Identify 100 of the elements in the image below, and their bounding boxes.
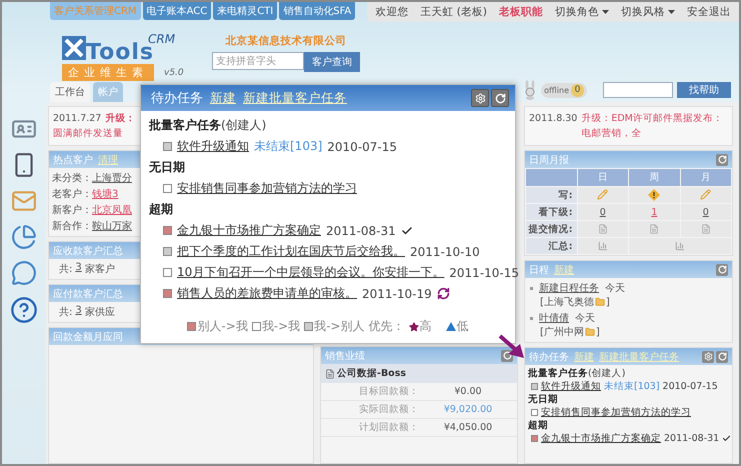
- main-tab[interactable]: 工作台: [50, 82, 90, 102]
- task-link[interactable]: 安排销售同事参加营销方法的学习: [541, 406, 691, 419]
- refresh-icon[interactable]: [491, 89, 509, 107]
- document-icon[interactable]: [598, 224, 608, 234]
- priority-low: 低: [456, 318, 469, 335]
- group-title: 公司数据-Boss: [337, 367, 406, 380]
- count-link[interactable]: 0: [600, 206, 606, 218]
- logout-link[interactable]: 安全退出: [687, 5, 731, 19]
- refresh-icon[interactable]: [501, 350, 513, 362]
- presence-badge[interactable]: offline 0: [541, 82, 587, 98]
- customer-search-button[interactable]: 客户查询: [304, 52, 360, 72]
- settings-icon[interactable]: [471, 89, 489, 107]
- section-heading: 批量客户任务(创建人): [528, 367, 626, 380]
- popup-title: 待办任务: [151, 90, 203, 107]
- document-icon[interactable]: [700, 224, 711, 234]
- settings-icon[interactable]: [702, 350, 714, 362]
- summary-icon[interactable]: [675, 240, 685, 251]
- priority-high: 高: [420, 318, 432, 335]
- task-link[interactable]: 软件升级通知: [541, 380, 601, 393]
- pencil-icon[interactable]: [597, 189, 608, 200]
- document-icon[interactable]: [649, 224, 660, 234]
- warning-icon[interactable]: [648, 189, 660, 201]
- section-heading: 批量客户任务(创建人): [149, 117, 268, 134]
- count-link[interactable]: 3: [75, 305, 82, 319]
- new-task-link[interactable]: 新建: [210, 90, 236, 106]
- switch-menu[interactable]: 切换角色: [555, 5, 609, 19]
- schedule-date: 今天: [605, 282, 625, 295]
- task-link[interactable]: 金九银十市场推广方案确定: [541, 432, 661, 445]
- amount-value: ¥0.00: [453, 386, 483, 397]
- summary-icon[interactable]: [598, 240, 608, 251]
- legend-text: 我->我: [262, 318, 300, 335]
- panel-title: 应付款客户汇总: [53, 288, 123, 300]
- schedule-link[interactable]: 叶倩倩: [539, 311, 569, 325]
- rabbit-icon: [523, 80, 538, 100]
- task-link[interactable]: 销售人员的差旅费申请单的审核。: [177, 285, 357, 302]
- notice-text: 圆满邮件发送量: [53, 127, 124, 141]
- help-icon[interactable]: [10, 296, 38, 324]
- unit-label: 家供应: [84, 306, 115, 319]
- legend-text: 我->别人: [314, 318, 365, 335]
- panel-title: 日周月报: [529, 154, 569, 166]
- customer-link[interactable]: 上海贾分: [92, 171, 132, 185]
- notice-text: 升级：EDM许可邮件黑据发布：电邮营销，全: [581, 112, 724, 141]
- bracket-text: ]: [596, 326, 600, 338]
- new-task-link[interactable]: 新建批量客户任务: [243, 90, 347, 106]
- total-label: 共:: [59, 306, 72, 319]
- amount-label: 计划回款额：: [358, 421, 419, 434]
- schedule-link[interactable]: 新建日程任务: [539, 281, 599, 295]
- count-link[interactable]: 3: [75, 262, 82, 276]
- task-date: 2010-07-15: [327, 140, 398, 154]
- panel-title: 销售业绩: [325, 350, 365, 362]
- task-link[interactable]: 安排销售同事参加营销方法的学习: [177, 180, 357, 197]
- task-date: 2010-07-15: [662, 380, 718, 393]
- folder-icon[interactable]: [594, 297, 605, 307]
- column-header: 周: [629, 169, 680, 186]
- customer-link[interactable]: 鞍山万家: [92, 219, 132, 233]
- help-search-field[interactable]: [603, 82, 673, 98]
- notice-date: 2011.8.30: [529, 112, 578, 126]
- row-label: 提交情况:: [526, 221, 576, 237]
- refresh-icon[interactable]: [716, 264, 728, 276]
- client-name: [上海飞奥德: [540, 296, 594, 309]
- task-link[interactable]: 把下个季度的工作计划在国庆节后交给我。: [177, 243, 405, 260]
- folder-icon[interactable]: [584, 327, 595, 337]
- caret-icon: [602, 10, 609, 14]
- pointer-arrow-icon: [498, 334, 526, 360]
- switch-menu[interactable]: 切换风格: [621, 5, 675, 19]
- panel-title: 日程: [529, 264, 549, 276]
- count-link[interactable]: 1: [651, 206, 658, 218]
- column-header: 日: [578, 169, 628, 186]
- amount-value: ¥9,020.00: [442, 404, 494, 415]
- status-link[interactable]: 未结束[103]: [254, 138, 322, 155]
- task-link[interactable]: 金九银十市场推广方案确定: [177, 222, 321, 239]
- chat-icon[interactable]: [11, 260, 37, 286]
- refresh-icon[interactable]: [716, 154, 728, 166]
- row-label: 看下级:: [526, 204, 576, 220]
- refresh-icon[interactable]: [716, 350, 728, 362]
- product-tab[interactable]: 销售自动化SFA: [279, 2, 356, 20]
- row-label: 写:: [526, 187, 576, 203]
- customer-link[interactable]: 北京凤凰: [92, 203, 132, 217]
- category-label: 新合作：: [52, 220, 92, 233]
- count-link[interactable]: 0: [702, 206, 709, 218]
- task-link[interactable]: 软件升级通知: [177, 138, 249, 155]
- customer-link[interactable]: 钱塘3: [92, 187, 118, 201]
- total-label: 共:: [59, 262, 72, 276]
- customer-search-field[interactable]: 支持拼音字头: [212, 52, 304, 70]
- task-link[interactable]: 10月下旬召开一个中层领导的会议。你安排一下。: [177, 264, 444, 281]
- section-heading: 无日期: [528, 393, 559, 406]
- page-icon: [325, 368, 335, 378]
- notice-date: 2011.7.27: [53, 112, 102, 126]
- help-search-button[interactable]: 找帮助: [677, 82, 731, 98]
- column-header: 月: [680, 169, 731, 186]
- schedule-date: 今天: [575, 312, 595, 325]
- product-tab[interactable]: 电子账本ACC: [142, 2, 212, 20]
- pie-chart-icon[interactable]: [11, 224, 37, 250]
- amount-label: 目标回款额：: [358, 385, 419, 398]
- task-date: 2011-10-19: [362, 286, 432, 300]
- product-tab[interactable]: 来电精灵CTI: [213, 2, 278, 20]
- panel-title: 回款金额月应同: [53, 330, 123, 344]
- user-name: 王天虹 (老板): [420, 5, 487, 19]
- panel-title: 应收款客户汇总: [53, 244, 123, 258]
- pencil-icon[interactable]: [700, 189, 712, 200]
